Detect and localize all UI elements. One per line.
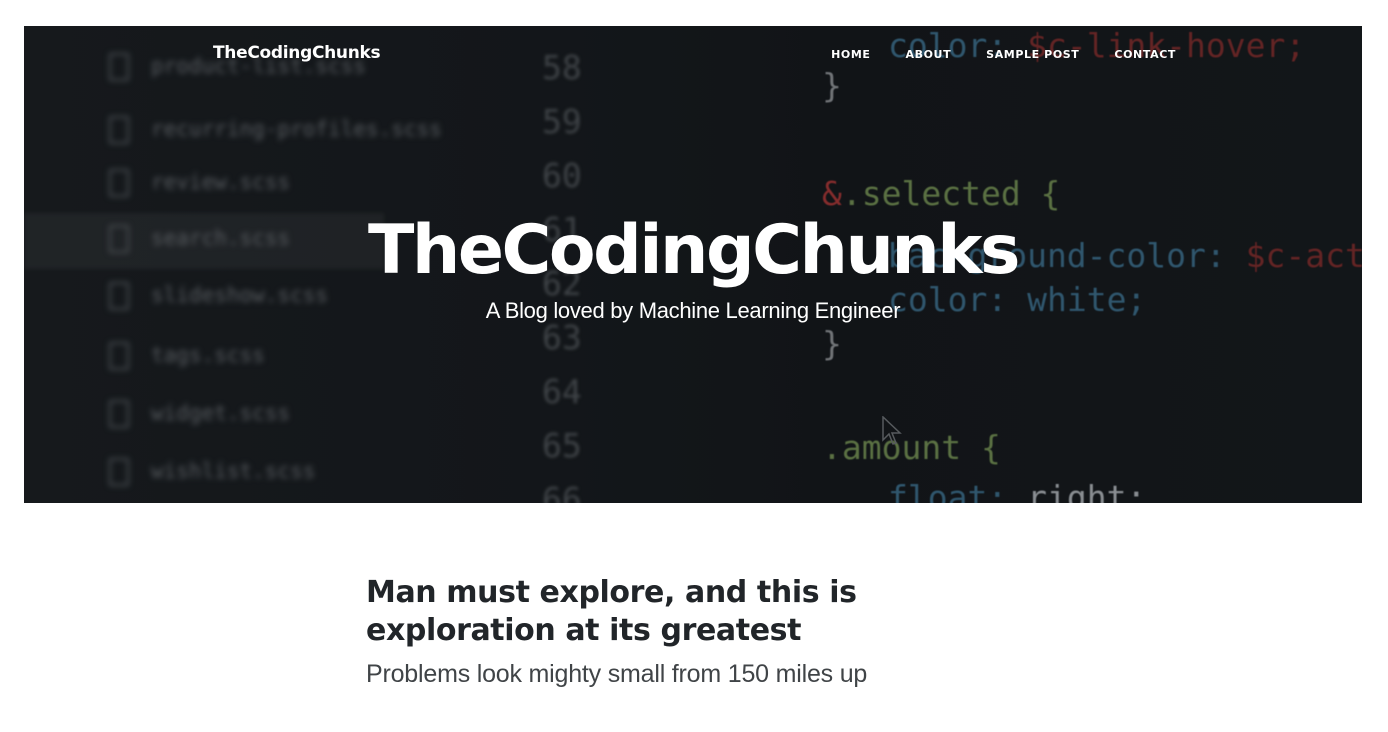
main-nav: TheCodingChunks Home About Sample Post C… bbox=[24, 26, 1362, 84]
post-preview[interactable]: Man must explore, and this is exploratio… bbox=[366, 574, 986, 689]
nav-link-sample-post[interactable]: Sample Post bbox=[986, 48, 1079, 61]
nav-links: Home About Sample Post Contact bbox=[831, 48, 1176, 61]
hero-header: product-list.scss recurring-profiles.scs… bbox=[24, 26, 1362, 503]
nav-link-about[interactable]: About bbox=[905, 48, 951, 61]
nav-brand-link[interactable]: TheCodingChunks bbox=[213, 43, 381, 63]
nav-link-contact[interactable]: Contact bbox=[1114, 48, 1176, 61]
post-subtitle[interactable]: Problems look mighty small from 150 mile… bbox=[366, 660, 986, 689]
post-title[interactable]: Man must explore, and this is exploratio… bbox=[366, 574, 986, 650]
nav-link-home[interactable]: Home bbox=[831, 48, 870, 61]
site-heading: TheCodingChunks bbox=[368, 211, 1020, 290]
site-subheading: A Blog loved by Machine Learning Enginee… bbox=[485, 298, 901, 323]
